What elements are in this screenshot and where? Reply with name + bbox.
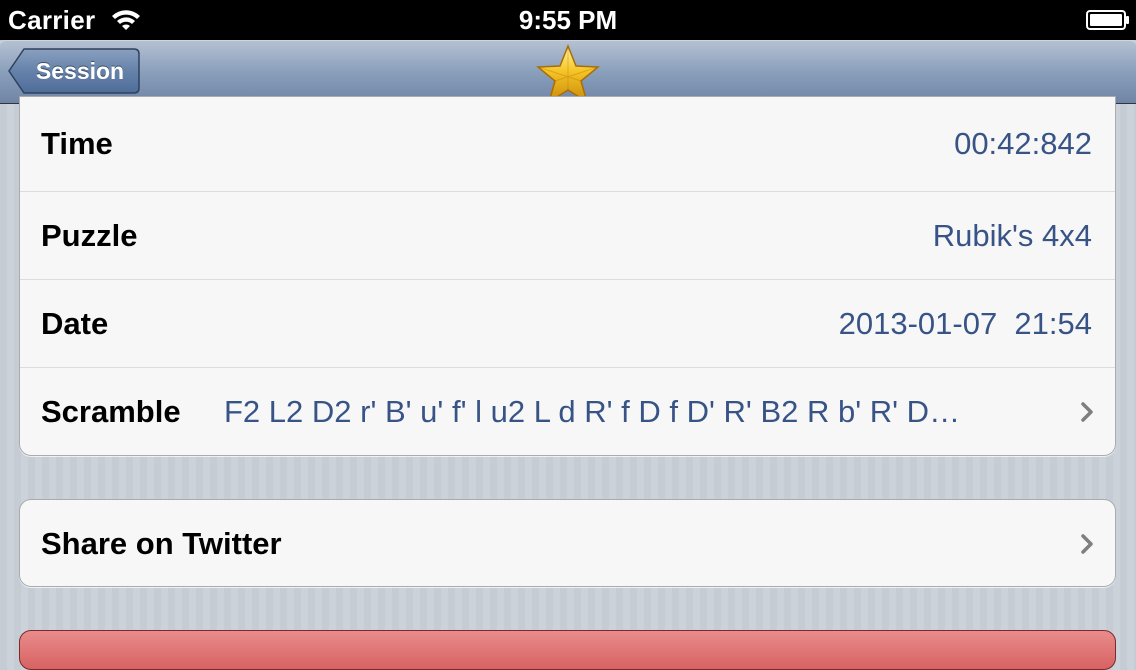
status-time: 9:55 PM [518, 5, 618, 35]
scramble-text: F2 L2 D2 r' B' u' f' l u2 L d R' f D f D… [224, 394, 961, 429]
puzzle-value: Rubik's 4x4 [932, 217, 1092, 253]
date-row: Date 2013-01-07 21:54 [20, 280, 1115, 368]
back-button[interactable]: Session [8, 48, 140, 94]
time-row: Time 00:42:842 [20, 97, 1115, 192]
chevron-right-icon [1081, 402, 1093, 422]
time-value: 00:42:842 [954, 126, 1092, 161]
puzzle-label: Puzzle [41, 217, 138, 253]
chevron-right-icon [1081, 534, 1093, 554]
scramble-label: Scramble [41, 394, 181, 429]
date-label: Date [41, 305, 109, 341]
date-value: 2013-01-07 21:54 [838, 305, 1092, 341]
time-label: Time [41, 126, 113, 161]
status-bar: Carrier 9:55 PM [0, 0, 1136, 40]
scramble-value: F2 L2 D2 r' B' u' f' l u2 L d R' f D f D… [224, 368, 1055, 455]
delete-button[interactable] [19, 630, 1116, 670]
solve-details-group: Time 00:42:842 Puzzle Rubik's 4x4 Date 2… [19, 96, 1116, 456]
share-on-twitter-label: Share on Twitter [41, 526, 282, 561]
back-button-label: Session [35, 58, 125, 84]
star-icon [536, 44, 600, 104]
share-on-twitter-row[interactable]: Share on Twitter [20, 500, 1115, 586]
share-group: Share on Twitter [19, 499, 1116, 587]
battery-icon [1086, 10, 1129, 30]
puzzle-row: Puzzle Rubik's 4x4 [20, 192, 1115, 280]
scramble-row[interactable]: Scramble F2 L2 D2 r' B' u' f' l u2 L d R… [20, 368, 1115, 455]
